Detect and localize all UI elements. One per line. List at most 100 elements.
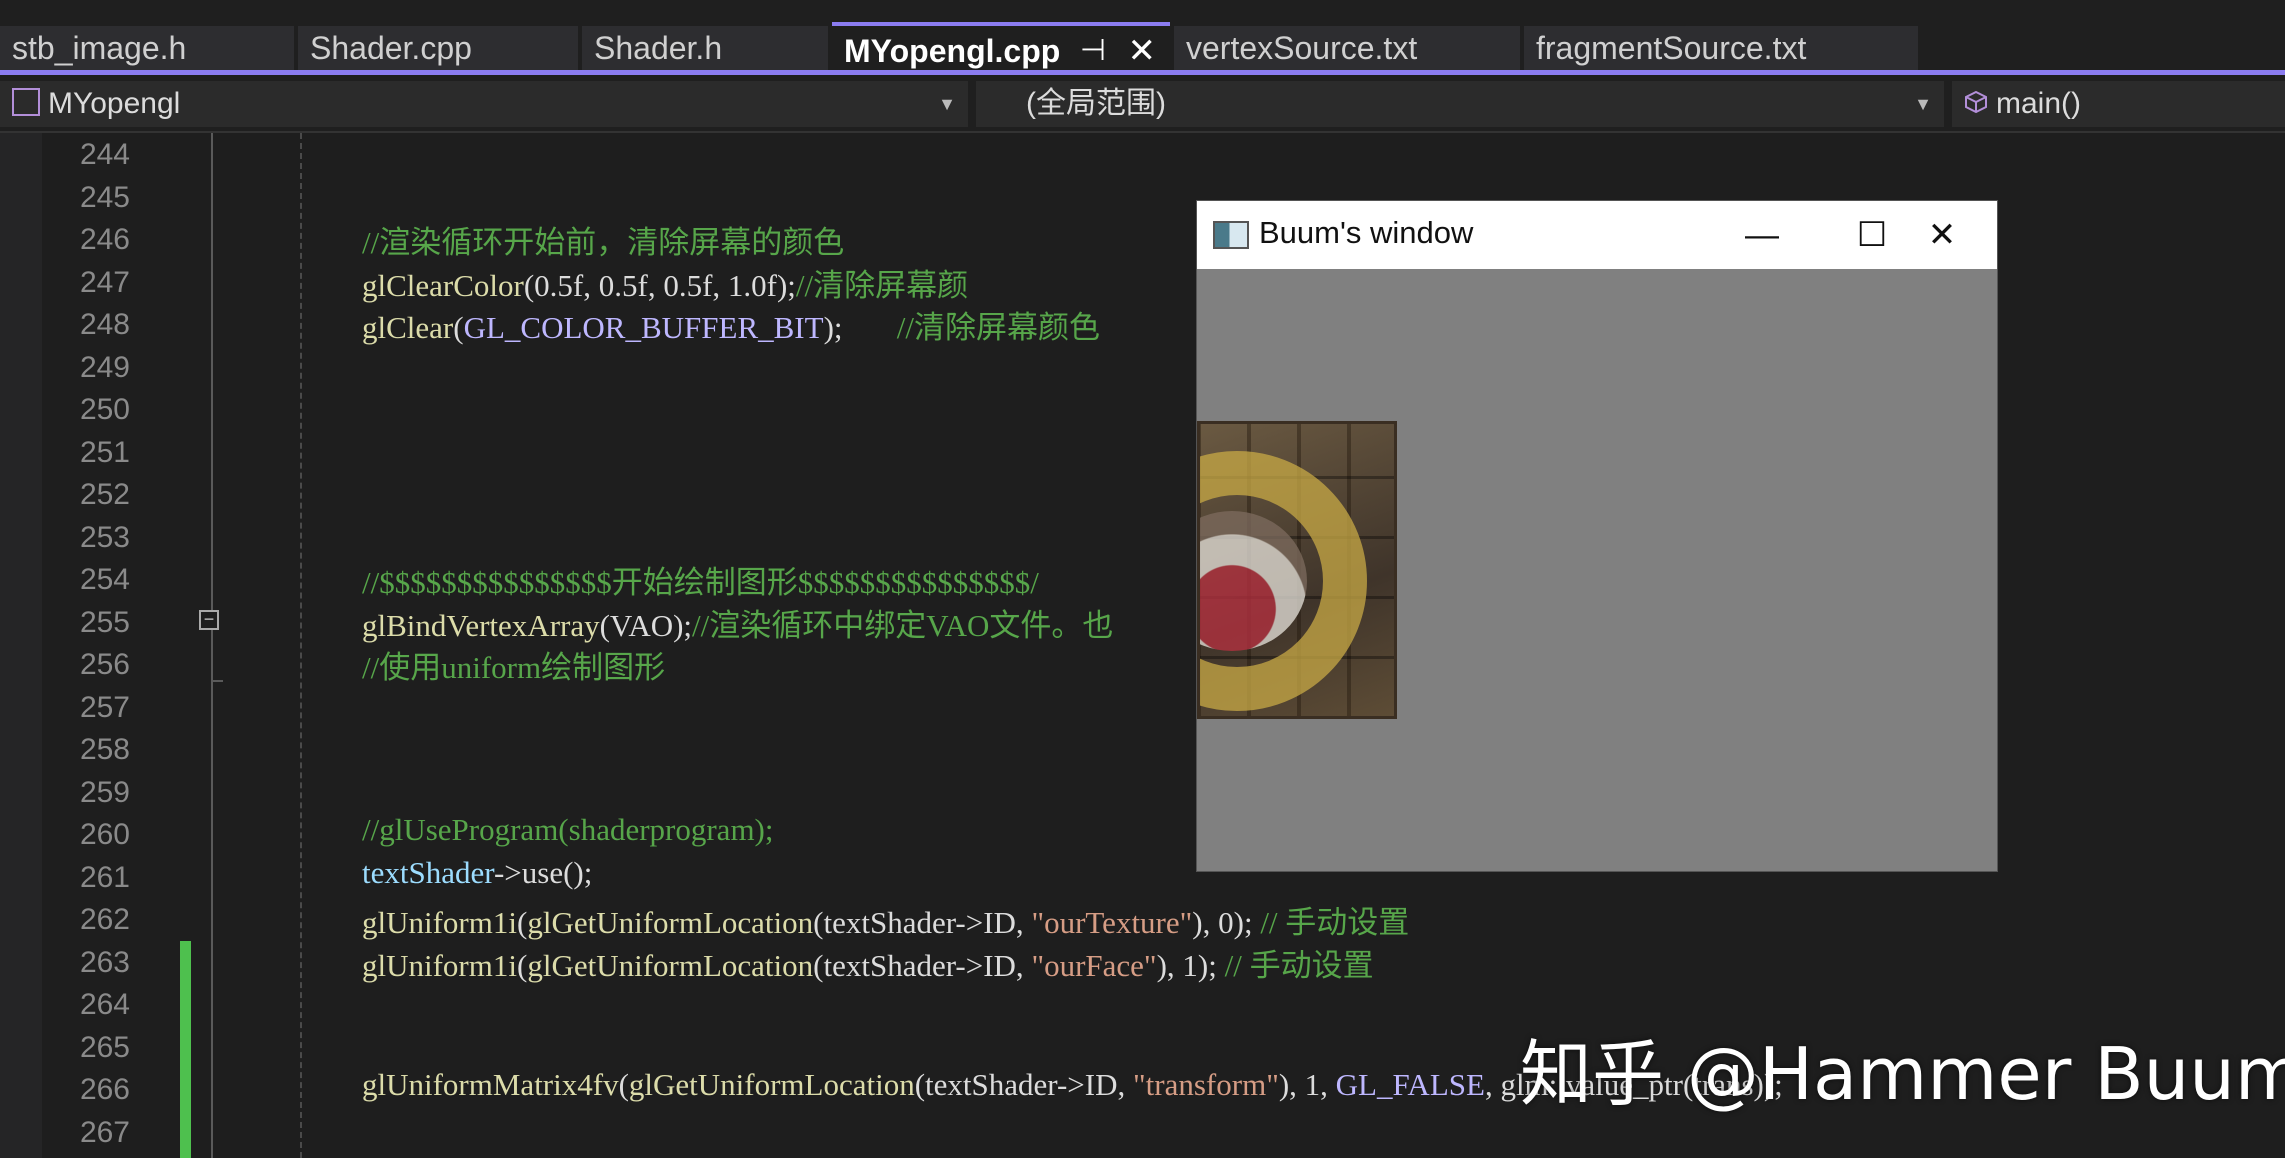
line-number: 244 [50,138,130,172]
code-line-255[interactable]: glBindVertexArray(VAO);//渲染循环中绑定VAO文件。也 [362,600,1113,645]
line-number: 260 [50,818,130,852]
project-name: MYopengl [48,87,180,120]
buum-window[interactable]: Buum's window — ☐ ✕ [1196,200,1998,872]
code-function: glGetUniformLocation [629,1067,915,1102]
cube-icon [1964,90,1988,114]
code-line-261[interactable]: textShader->use(); [362,855,592,891]
indent-guide [300,133,302,1158]
tab-label: vertexSource.txt [1186,30,1417,66]
close-tab-icon[interactable]: ✕ [1128,26,1157,76]
tab-stb-image-h[interactable]: stb_image.h [0,26,294,70]
line-number: 262 [50,903,130,937]
tab-fragmentsource-txt[interactable]: fragmentSource.txt [1524,26,1918,70]
project-icon [12,88,40,116]
collapse-icon[interactable]: − [199,610,219,630]
code-comment: //渲染循环中绑定VAO文件。也 [692,608,1113,643]
texture-crate-frame [1197,421,1397,719]
code-macro: GL_FALSE [1336,1067,1485,1102]
outline-guide-end [211,680,223,682]
app-icon [1213,221,1249,249]
tab-label: fragmentSource.txt [1536,30,1806,66]
code-args: ), 1, [1279,1067,1336,1102]
line-number: 265 [50,1031,130,1065]
code-args: (0.5f, 0.5f, 0.5f, 1.0f); [524,268,796,303]
line-number: 253 [50,521,130,555]
code-comment: //渲染循环开始前，清除屏幕的颜色 [362,225,844,260]
navigation-bar: MYopengl ▼ (全局范围) ▼ main() [0,77,2285,133]
code-variable: textShader [362,855,494,890]
tab-myopengl-cpp[interactable]: MYopengl.cpp ⊣ ✕ [832,22,1170,72]
line-number: 251 [50,436,130,470]
code-function: glGetUniformLocation [527,948,813,983]
pin-icon[interactable]: ⊣ [1080,26,1106,76]
line-number: 248 [50,308,130,342]
code-function: glGetUniformLocation [527,905,813,940]
code-line-246[interactable]: //渲染循环开始前，清除屏幕的颜色 [362,217,844,262]
code-call: ->use(); [494,855,592,890]
tab-label: stb_image.h [12,30,186,66]
tab-shader-cpp[interactable]: Shader.cpp [298,26,578,70]
code-comment: //清除屏幕颜 [796,268,968,303]
code-args: (textShader->ID, [813,905,1031,940]
code-punct: ( [453,310,463,345]
code-function: glBindVertexArray [362,608,600,643]
code-line-256[interactable]: //使用uniform绘制图形 [362,642,665,687]
code-args: (VAO); [600,608,692,643]
line-number: 247 [50,266,130,300]
tab-shader-h[interactable]: Shader.h [582,26,828,70]
close-button[interactable]: ✕ [1887,201,1997,269]
code-comment: // 手动设置 [1260,905,1409,940]
line-number: 267 [50,1116,130,1150]
watermark: 知乎 @Hammer Buum [1520,1015,2285,1120]
window-title-bar[interactable]: Buum's window — ☐ ✕ [1197,201,1997,269]
tab-vertexsource-txt[interactable]: vertexSource.txt [1174,26,1520,70]
project-dropdown[interactable]: MYopengl ▼ [0,81,968,127]
indicator-margin [0,133,42,1158]
minimize-button[interactable]: — [1707,201,1817,269]
line-number: 266 [50,1073,130,1107]
code-punct: ( [619,1067,629,1102]
code-line-248[interactable]: glClear(GL_COLOR_BUFFER_BIT); //清除屏幕颜色 [362,302,1100,347]
code-function: glUniformMatrix4fv [362,1067,619,1102]
tab-label: MYopengl.cpp [844,33,1060,69]
code-line-260[interactable]: //glUseProgram(shaderprogram); [362,812,774,848]
code-string: "ourFace" [1031,948,1156,983]
line-number: 263 [50,946,130,980]
code-string: "ourTexture" [1031,905,1192,940]
code-punct: ( [517,905,527,940]
line-number: 254 [50,563,130,597]
code-punct: ( [517,948,527,983]
line-number: 257 [50,691,130,725]
line-number: 255 [50,606,130,640]
document-tab-bar: stb_image.h Shader.cpp Shader.h MYopengl… [0,0,2285,72]
line-number: 256 [50,648,130,682]
code-args: (textShader->ID, [915,1067,1133,1102]
chevron-down-icon: ▼ [938,81,956,127]
line-number: 246 [50,223,130,257]
line-number: 258 [50,733,130,767]
textured-quad [1197,421,1397,719]
code-comment: // 手动设置 [1225,948,1374,983]
line-number: 264 [50,988,130,1022]
line-number: 261 [50,861,130,895]
code-comment: //$$$$$$$$$$$$$$$开始绘制图形$$$$$$$$$$$$$$$/ [362,565,1039,600]
window-title: Buum's window [1259,215,1473,251]
tab-label: Shader.cpp [310,30,472,66]
scope-dropdown[interactable]: (全局范围) ▼ [976,81,1944,127]
code-punct: ); [824,310,897,345]
code-comment: //清除屏幕颜色 [897,310,1100,345]
line-number: 250 [50,393,130,427]
code-line-254[interactable]: //$$$$$$$$$$$$$$$开始绘制图形$$$$$$$$$$$$$$$/ [362,557,1039,602]
member-dropdown[interactable]: main() [1952,81,2285,127]
code-line-263[interactable]: glUniform1i(glGetUniformLocation(textSha… [362,940,1374,985]
code-line-262[interactable]: glUniform1i(glGetUniformLocation(textSha… [362,897,1409,942]
code-args: ), 1); [1157,948,1225,983]
line-number: 249 [50,351,130,385]
tab-label: Shader.h [594,30,722,66]
code-line-247[interactable]: glClearColor(0.5f, 0.5f, 0.5f, 1.0f);//清… [362,260,968,305]
code-comment: //glUseProgram(shaderprogram); [362,812,774,847]
code-string: "transform" [1133,1067,1279,1102]
code-args: ), 0); [1192,905,1260,940]
outline-guide [211,133,213,1158]
line-number: 252 [50,478,130,512]
